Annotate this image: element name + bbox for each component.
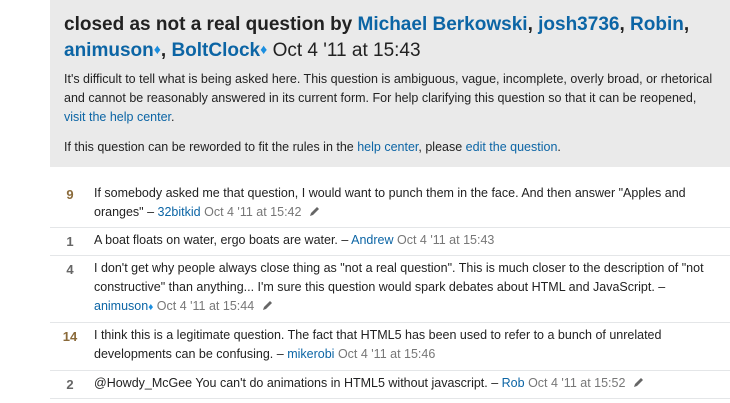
comment-score: 4 <box>66 262 74 277</box>
comment-user-link[interactable]: Rob <box>502 376 525 390</box>
moderator-diamond-icon: ♦ <box>153 41 161 57</box>
moderator-diamond-icon: ♦ <box>260 41 268 57</box>
comments-list: 9 If somebody asked me that question, I … <box>50 181 730 399</box>
comment: 14 I think this is a legitimate question… <box>50 323 730 371</box>
comment-text: I don't get why people always close thin… <box>94 261 704 294</box>
comment-score: 2 <box>66 377 74 392</box>
help-center-link[interactable]: visit the help center <box>64 110 171 124</box>
comment-score: 1 <box>66 234 74 249</box>
comment: 1 A boat floats on water, ergo boats are… <box>50 228 730 256</box>
notice-title: closed as not a real question by Michael… <box>64 14 690 61</box>
voter-link[interactable]: animuson <box>64 40 154 61</box>
comment: 9 If somebody asked me that question, I … <box>50 181 730 228</box>
moderator-diamond-icon: ♦ <box>148 302 154 313</box>
notice-prefix: closed as not a real question by <box>64 14 353 35</box>
comment-body: I don't get why people always close thin… <box>94 261 704 313</box>
comment-text: @Howdy_McGee You can't do animations in … <box>94 376 488 390</box>
closed-notice: closed as not a real question by Michael… <box>50 0 730 167</box>
voter-link[interactable]: josh3736 <box>538 14 619 35</box>
edited-pencil-icon <box>309 207 319 216</box>
comment-user-link[interactable]: 32bitkid <box>158 205 201 219</box>
comment-date[interactable]: Oct 4 '11 at 15:46 <box>338 347 435 361</box>
help-center-link[interactable]: help center <box>357 140 418 154</box>
comment-score: 14 <box>62 329 78 344</box>
comment-score: 9 <box>66 187 74 202</box>
comment-date[interactable]: Oct 4 '11 at 15:43 <box>397 233 494 247</box>
comment-text: A boat floats on water, ergo boats are w… <box>94 233 338 247</box>
comment-body: I think this is a legitimate question. T… <box>94 328 662 361</box>
comment-body: @Howdy_McGee You can't do animations in … <box>94 371 730 393</box>
voter-link[interactable]: Robin <box>630 14 684 35</box>
edited-pencil-icon <box>262 301 272 310</box>
edited-pencil-icon <box>633 378 643 387</box>
close-date: Oct 4 '11 at 15:43 <box>272 40 421 61</box>
comment-date[interactable]: Oct 4 '11 at 15:52 <box>528 376 625 390</box>
comment-user-link[interactable]: animuson <box>94 299 148 313</box>
comment: 4 I don't get why people always close th… <box>50 256 730 323</box>
notice-body: It's difficult to tell what is being ask… <box>64 72 713 124</box>
comment-body: If somebody asked me that question, I wo… <box>94 186 686 219</box>
edit-question-link[interactable]: edit the question <box>466 140 558 154</box>
comment: 2 @Howdy_McGee You can't do animations i… <box>50 371 730 399</box>
voter-link[interactable]: Michael Berkowski <box>358 14 528 35</box>
comment-date[interactable]: Oct 4 '11 at 15:42 <box>204 205 301 219</box>
comment-body: A boat floats on water, ergo boats are w… <box>94 233 495 247</box>
comment-date[interactable]: Oct 4 '11 at 15:44 <box>157 299 254 313</box>
comment-user-link[interactable]: Andrew <box>351 233 393 247</box>
notice-reword: If this question can be reworded to fit … <box>64 140 561 154</box>
comment-user-link[interactable]: mikerobi <box>287 347 334 361</box>
voter-link[interactable]: BoltClock <box>171 40 260 61</box>
